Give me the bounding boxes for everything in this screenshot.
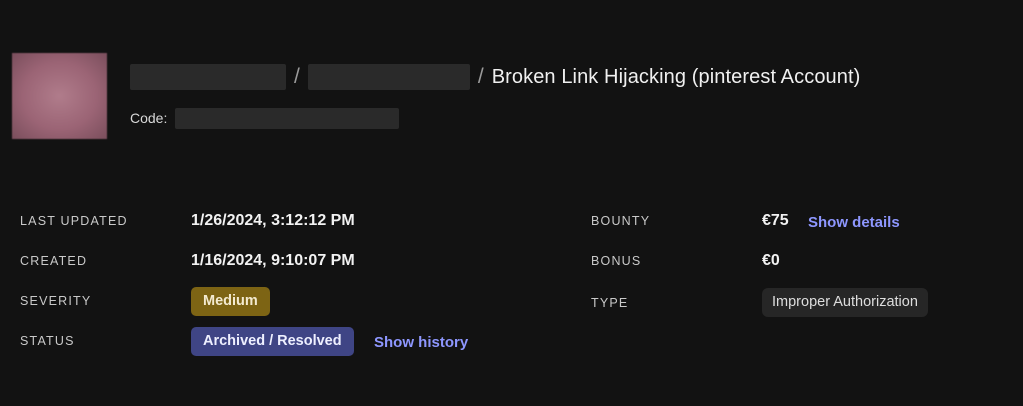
bounty-value: €75 [762, 212, 789, 229]
avatar [12, 53, 107, 139]
status-badge: Archived / Resolved [191, 327, 354, 356]
show-details-link[interactable]: Show details [808, 214, 900, 231]
type-badge: Improper Authorization [762, 288, 928, 317]
bonus-label: BONUS [591, 254, 642, 268]
breadcrumb-separator: / [294, 65, 300, 88]
code-label: Code: [130, 110, 168, 126]
report-panel: / / Broken Link Hijacking (pinterest Acc… [0, 0, 1023, 406]
created-label: CREATED [20, 254, 88, 268]
breadcrumb: / / Broken Link Hijacking (pinterest Acc… [130, 62, 860, 92]
last-updated-label: LAST UPDATED [20, 214, 128, 228]
bonus-value: €0 [762, 252, 780, 269]
last-updated-value: 1/26/2024, 3:12:12 PM [191, 212, 355, 229]
breadcrumb-separator: / [477, 65, 484, 88]
bounty-label: BOUNTY [591, 214, 651, 228]
page-title: Broken Link Hijacking (pinterest Account… [491, 65, 861, 88]
redacted-researcher-name [307, 64, 470, 90]
type-label: TYPE [591, 296, 629, 310]
created-value: 1/16/2024, 9:10:07 PM [191, 252, 355, 269]
report-code: Code: [130, 107, 400, 129]
status-label: STATUS [20, 334, 75, 348]
severity-label: SEVERITY [20, 294, 92, 308]
severity-badge: Medium [191, 287, 270, 316]
redacted-program-name [130, 64, 286, 90]
redacted-code-value [175, 107, 400, 129]
show-history-link[interactable]: Show history [374, 334, 468, 351]
